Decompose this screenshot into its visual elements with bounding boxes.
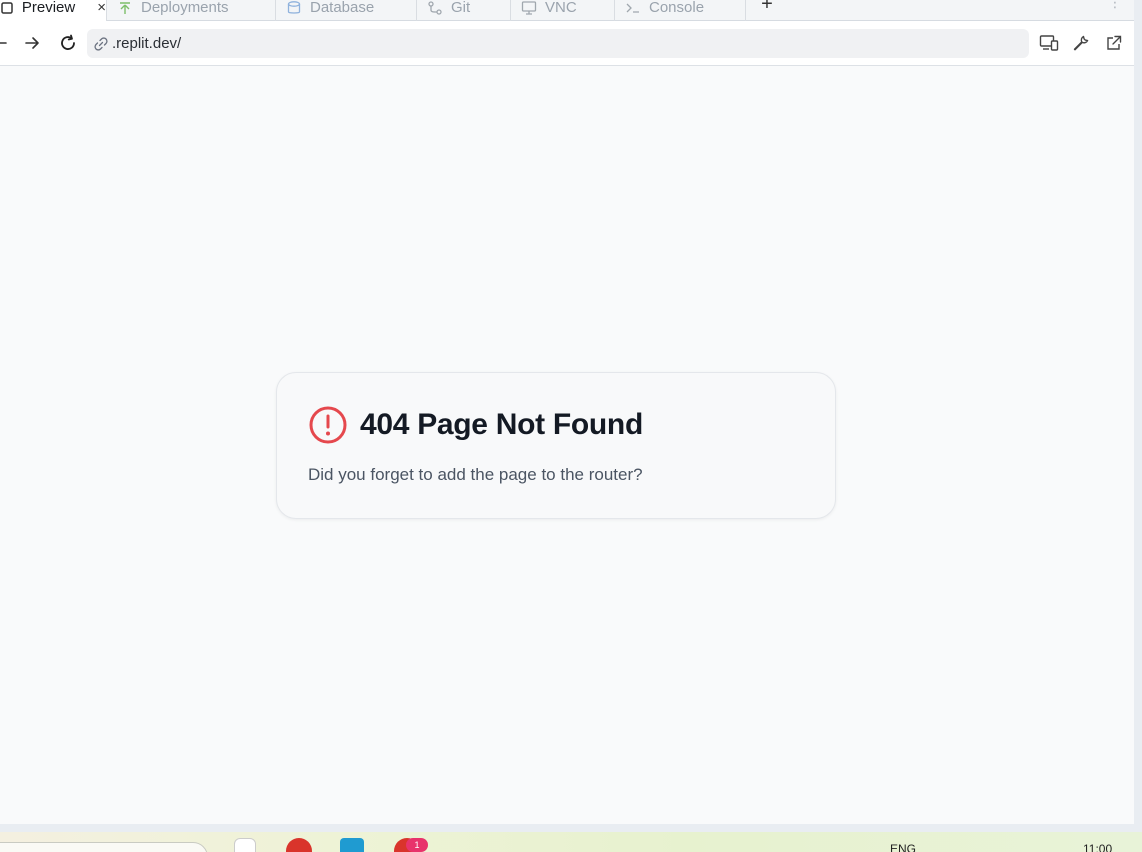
- replit-webview-window: Preview × Deployments Database Git VNC C…: [0, 0, 1134, 824]
- more-options-icon[interactable]: ⋮: [1108, 0, 1122, 10]
- error-message: Did you forget to add the page to the ro…: [308, 465, 643, 484]
- devices-button[interactable]: [1038, 32, 1060, 54]
- taskbar-search-box[interactable]: [0, 842, 208, 852]
- notification-badge: 1: [406, 838, 428, 852]
- tab-vnc[interactable]: VNC: [511, 0, 615, 21]
- database-icon: [286, 0, 302, 16]
- address-bar: .replit.dev/: [0, 21, 1134, 66]
- tab-label: Console: [649, 0, 705, 16]
- git-icon: [427, 0, 443, 16]
- wrench-icon: [1073, 35, 1089, 51]
- language-indicator[interactable]: ENG: [890, 842, 916, 852]
- reload-button[interactable]: [56, 31, 80, 55]
- tab-label: Database: [310, 0, 375, 16]
- tab-database[interactable]: Database: [276, 0, 417, 21]
- external-link-icon: [1107, 35, 1122, 50]
- monitor-icon: [521, 0, 537, 16]
- arrow-right-icon: [25, 37, 39, 49]
- tab-git[interactable]: Git: [417, 0, 511, 21]
- tab-preview[interactable]: Preview ×: [0, 0, 107, 22]
- tab-label: Preview: [21, 0, 76, 16]
- terminal-icon: [625, 0, 641, 16]
- clock[interactable]: 11:00: [1083, 842, 1112, 852]
- arrow-left-icon: [0, 42, 7, 44]
- alert-circle-icon: [309, 406, 347, 444]
- preview-icon: [0, 0, 14, 16]
- deployments-icon: [117, 0, 133, 16]
- close-icon[interactable]: ×: [97, 0, 106, 16]
- workspace-tab-bar: Preview × Deployments Database Git VNC C…: [0, 0, 1134, 22]
- back-button[interactable]: [0, 31, 12, 55]
- preview-viewport: 404 Page Not Found Did you forget to add…: [0, 66, 1134, 824]
- add-tab-button[interactable]: +: [758, 0, 776, 16]
- page-title: 404 Page Not Found: [360, 408, 643, 441]
- calendar-app-icon[interactable]: [340, 838, 364, 852]
- link-icon: [94, 36, 108, 51]
- file-explorer-icon[interactable]: [234, 838, 256, 852]
- devices-icon: [1039, 35, 1059, 51]
- tab-label: VNC: [545, 0, 577, 16]
- os-taskbar: 1 ENG 11:00: [0, 832, 1142, 852]
- not-found-card: 404 Page Not Found Did you forget to add…: [276, 372, 836, 519]
- reload-icon: [61, 34, 75, 50]
- tab-label: Deployments: [141, 0, 229, 16]
- tab-console[interactable]: Console: [615, 0, 746, 21]
- tab-deployments[interactable]: Deployments: [107, 0, 276, 21]
- forward-button[interactable]: [20, 31, 44, 55]
- url-text: .replit.dev/: [112, 35, 182, 52]
- url-field[interactable]: .replit.dev/: [87, 29, 1029, 58]
- devtools-button[interactable]: [1070, 32, 1092, 54]
- tab-label: Git: [451, 0, 471, 16]
- card-header: 404 Page Not Found: [308, 405, 643, 445]
- chrome-app-icon[interactable]: [286, 838, 312, 852]
- open-new-tab-button[interactable]: [1103, 32, 1125, 54]
